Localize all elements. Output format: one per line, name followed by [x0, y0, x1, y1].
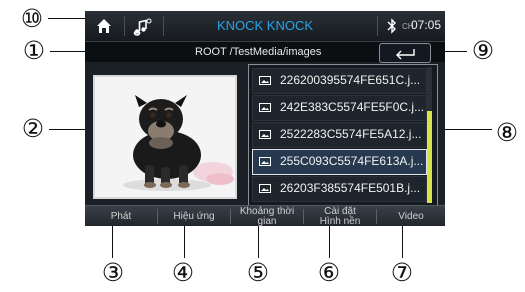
puppy-photo — [95, 77, 235, 197]
file-list[interactable]: 226200395574FE651C.j... 242E383C5574FE5F… — [248, 64, 438, 208]
interval-button[interactable]: Khoảng thời gian — [231, 206, 303, 227]
top-bar: KNOCK KNOCK CH 07:05 — [85, 11, 445, 42]
file-item[interactable]: 226200395574FE651C.j... — [252, 68, 427, 94]
music-settings-button[interactable] — [128, 13, 158, 39]
callout-line-4 — [184, 224, 185, 258]
file-item[interactable]: 26203F385574FE501B.j... — [252, 176, 427, 202]
callout-4: ④ — [171, 258, 195, 287]
video-label: Video — [398, 211, 424, 222]
callout-2: ② — [21, 114, 45, 143]
image-file-icon — [259, 103, 271, 112]
callout-7: ⑦ — [390, 258, 414, 287]
topbar-divider — [124, 16, 125, 36]
image-file-icon — [259, 76, 271, 85]
file-name: 226200395574FE651C.j... — [280, 73, 421, 87]
app-title: KNOCK KNOCK — [216, 18, 314, 33]
home-button[interactable] — [89, 13, 119, 39]
image-file-icon — [259, 184, 271, 193]
path-bar: ROOT /TestMedia/images — [85, 42, 445, 63]
image-file-icon — [259, 157, 271, 166]
file-name: 255C093C5574FE613A.j... — [280, 154, 424, 168]
topbar-divider — [377, 16, 378, 36]
clock: 07:05 — [411, 18, 442, 32]
effects-button[interactable]: Hiệu ứng — [158, 206, 230, 226]
callout-line-10 — [48, 18, 88, 19]
wallpaper-label-line2: Hình nền — [319, 216, 361, 227]
callout-6: ⑥ — [317, 258, 341, 287]
back-button[interactable] — [379, 43, 431, 63]
image-preview — [93, 75, 237, 199]
folder-path: ROOT /TestMedia/images — [195, 46, 322, 58]
callout-line-7 — [402, 224, 403, 258]
play-button[interactable]: Phát — [85, 206, 157, 226]
home-icon — [97, 19, 111, 33]
interval-label-line2: gian — [257, 216, 277, 227]
bottom-menu: Phát Hiệu ứng Khoảng thời gian Cài đặt H… — [85, 205, 445, 226]
file-item[interactable]: 2522283C5574FE5A12.j... — [252, 122, 427, 148]
file-name: 26203F385574FE501B.j... — [280, 181, 421, 195]
image-file-icon — [259, 130, 271, 139]
callout-3: ③ — [101, 258, 125, 287]
media-screen: KNOCK KNOCK CH 07:05 ROOT /TestMedia/ima… — [85, 11, 445, 226]
callout-line-6 — [329, 224, 330, 258]
scrollbar[interactable] — [427, 67, 432, 203]
callout-line-3 — [112, 224, 113, 258]
topbar-divider — [163, 16, 164, 36]
callout-8: ⑧ — [495, 118, 519, 147]
callout-9: ⑨ — [471, 36, 495, 65]
callout-1: ① — [22, 36, 46, 65]
play-label: Phát — [110, 211, 132, 222]
back-arrow-icon — [396, 49, 415, 60]
file-item[interactable]: 242E383C5574FE5F0C.j... — [252, 95, 427, 121]
music-settings-icon — [133, 18, 152, 36]
file-name: 2522283C5574FE5A12.j... — [280, 127, 422, 141]
video-button[interactable]: Video — [377, 206, 445, 226]
set-wallpaper-button[interactable]: Cài đặt Hình nền — [304, 206, 376, 227]
scrollbar-thumb[interactable] — [427, 111, 432, 203]
callout-5: ⑤ — [246, 258, 270, 287]
bluetooth-icon — [387, 18, 396, 34]
file-name: 242E383C5574FE5F0C.j... — [280, 100, 425, 114]
callout-line-5 — [258, 224, 259, 258]
callout-10: ⑩ — [20, 4, 44, 33]
effects-label: Hiệu ứng — [173, 211, 215, 222]
file-item-selected[interactable]: 255C093C5574FE613A.j... — [252, 149, 427, 175]
